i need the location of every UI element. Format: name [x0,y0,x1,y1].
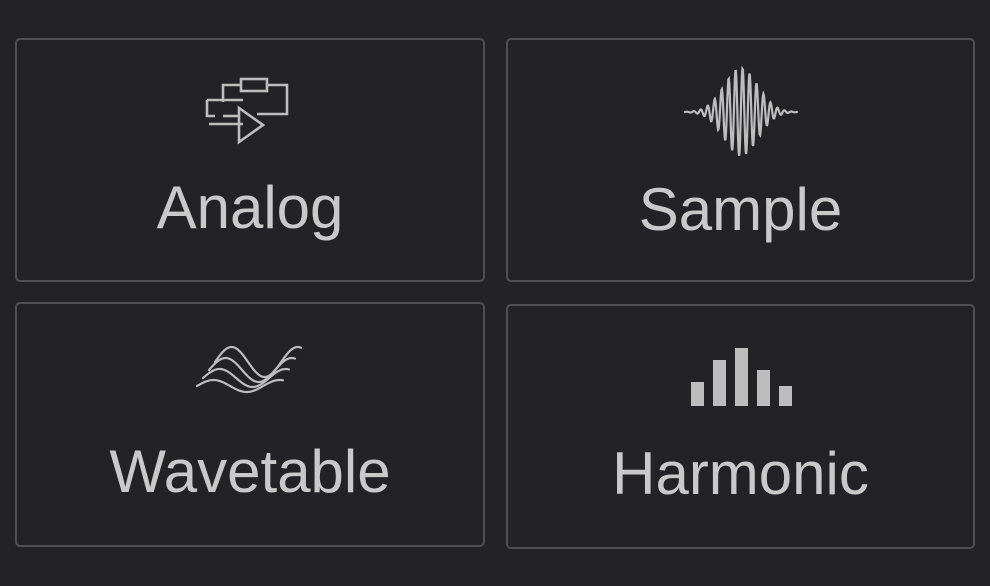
harmonic-engine-button[interactable]: Harmonic [506,304,975,549]
harmonic-label: Harmonic [612,440,869,507]
sample-engine-button[interactable]: Sample [506,38,975,282]
harmonic-bars-icon [508,346,973,408]
analog-label: Analog [156,174,344,241]
sample-label: Sample [638,176,843,243]
analog-engine-button[interactable]: Analog [15,38,485,282]
wavetable-engine-button[interactable]: Wavetable [15,302,485,547]
analog-circuit-icon [17,76,483,146]
wavetable-icon [17,342,483,412]
wavetable-label: Wavetable [109,438,391,505]
waveform-icon [508,62,973,162]
wavetable-line [201,367,291,389]
